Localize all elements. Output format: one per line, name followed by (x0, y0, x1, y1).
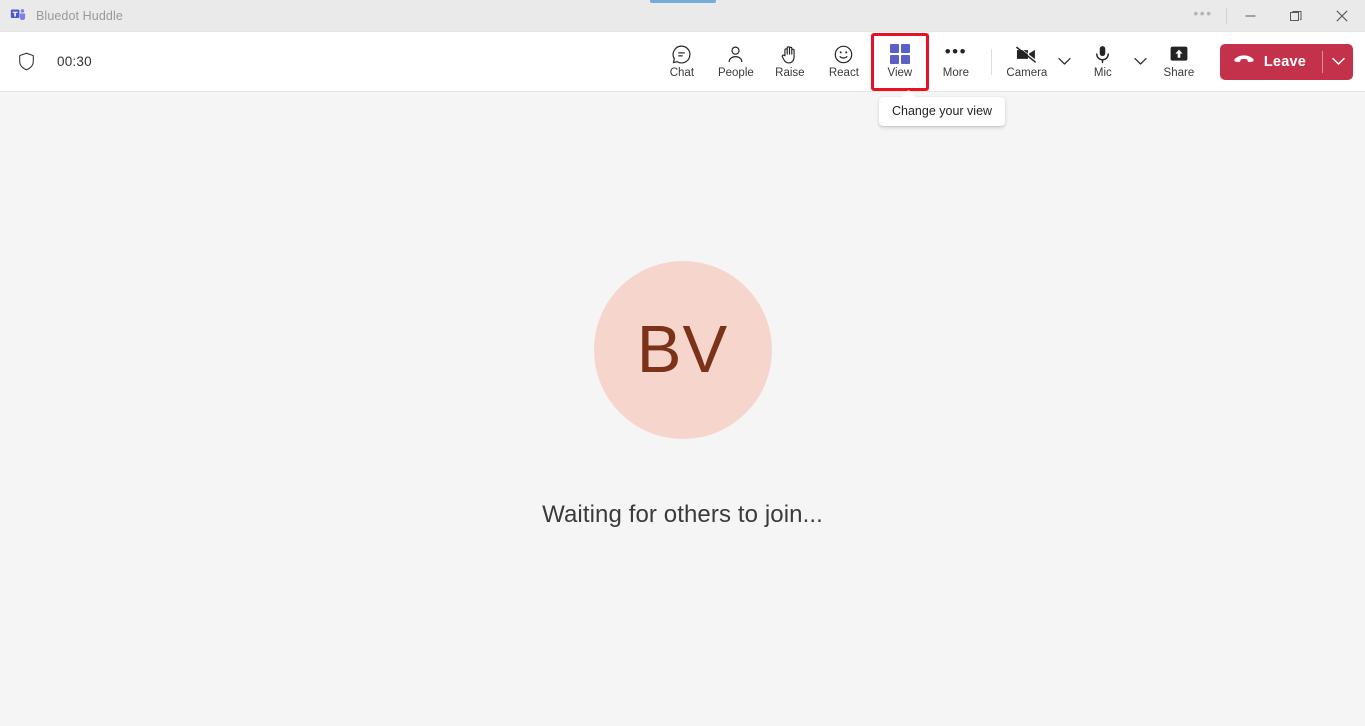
ellipsis-icon: ••• (944, 42, 968, 61)
close-icon (1336, 9, 1348, 22)
window-title-bar: Bluedot Huddle ••• (0, 0, 1365, 32)
leave-button-label: Leave (1263, 53, 1306, 70)
microphone-icon (1092, 43, 1113, 65)
shield-icon (18, 52, 35, 71)
meeting-stage: BV Waiting for others to join... (0, 92, 1365, 725)
window-controls: ••• (1180, 0, 1365, 32)
leave-options-button[interactable] (1323, 44, 1353, 80)
view-button[interactable]: View (870, 32, 929, 91)
waiting-status-text: Waiting for others to join... (542, 500, 823, 528)
window-maximize-button[interactable] (1273, 0, 1319, 32)
chat-button[interactable]: Chat (655, 37, 709, 87)
title-bar-left-group: Bluedot Huddle (0, 7, 123, 24)
maximize-restore-icon (1290, 10, 1302, 21)
camera-off-icon (1014, 43, 1039, 65)
people-button[interactable]: People (709, 37, 763, 87)
camera-options-button[interactable] (1054, 40, 1076, 84)
camera-button[interactable]: Camera (1000, 37, 1054, 87)
chevron-down-icon (1134, 57, 1147, 65)
react-button-label: React (828, 67, 859, 80)
chat-bubble-icon (671, 43, 692, 65)
smiley-react-icon (833, 43, 854, 65)
grid-view-icon (889, 43, 910, 65)
teams-logo-icon (10, 7, 27, 24)
meeting-toolbar: 00:30 Chat People Raise React View ••• M… (0, 32, 1365, 92)
more-button[interactable]: ••• More (929, 37, 983, 87)
share-button[interactable]: Share (1152, 37, 1206, 87)
chat-button-label: Chat (669, 67, 695, 80)
raise-hand-button[interactable]: Raise (763, 37, 817, 87)
leave-button[interactable]: Leave (1220, 44, 1322, 80)
react-button[interactable]: React (817, 37, 871, 87)
toolbar-separator (990, 48, 992, 75)
view-button-label: View (887, 67, 913, 80)
meeting-timer: 00:30 (57, 54, 92, 69)
raise-hand-button-label: Raise (775, 67, 805, 80)
raise-hand-icon (779, 43, 800, 65)
window-drag-indicator[interactable] (649, 0, 716, 3)
tooltip-text: Change your view (892, 104, 993, 118)
window-close-button[interactable] (1319, 0, 1365, 32)
toolbar-actions-group: Chat People Raise React View ••• More Ca… (0, 32, 1365, 91)
mic-options-button[interactable] (1130, 40, 1152, 84)
mic-button[interactable]: Mic (1076, 37, 1130, 87)
view-button-tooltip: Change your view (879, 97, 1006, 126)
hang-up-icon (1233, 53, 1255, 71)
people-icon (725, 43, 746, 65)
window-more-button[interactable]: ••• (1180, 0, 1226, 32)
chevron-down-icon (1058, 57, 1071, 65)
avatar: BV (593, 260, 772, 439)
people-button-label: People (717, 67, 754, 80)
share-button-label: Share (1163, 67, 1195, 80)
chevron-down-icon (1331, 57, 1345, 65)
app-title: Bluedot Huddle (36, 8, 123, 23)
avatar-initials: BV (636, 312, 729, 387)
camera-button-label: Camera (1006, 67, 1048, 80)
toolbar-left-group: 00:30 (18, 52, 92, 71)
window-minimize-button[interactable] (1227, 0, 1273, 32)
leave-button-group[interactable]: Leave (1219, 43, 1353, 80)
more-button-label: More (942, 67, 969, 80)
mic-button-label: Mic (1093, 67, 1112, 80)
share-screen-icon (1168, 43, 1190, 65)
ellipsis-icon: ••• (1193, 5, 1213, 21)
minimize-icon (1245, 15, 1255, 17)
